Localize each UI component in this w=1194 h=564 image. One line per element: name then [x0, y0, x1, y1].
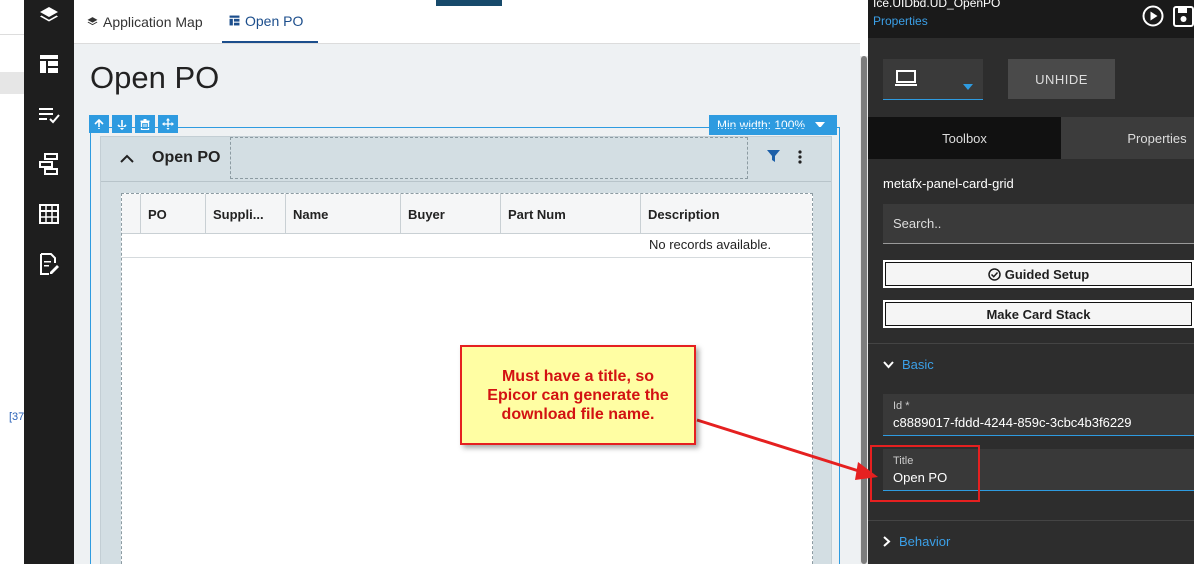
section-basic[interactable]: Basic	[883, 357, 934, 372]
make-card-stack-inner: Make Card Stack	[885, 302, 1192, 326]
more-vertical-icon	[798, 150, 802, 164]
divider	[868, 343, 1194, 344]
page-title: Open PO	[90, 60, 220, 95]
section-basic-label: Basic	[902, 357, 934, 372]
preview-button[interactable]	[1142, 5, 1164, 32]
table-icon[interactable]	[37, 202, 61, 226]
tab-bar: Application Map Open PO	[74, 0, 860, 44]
guided-setup-label: Guided Setup	[1004, 266, 1090, 282]
feedback-button[interactable]	[436, 0, 502, 6]
column-header-name[interactable]: Name	[286, 194, 401, 234]
chevron-up-icon	[120, 154, 134, 163]
check-circle-icon	[988, 267, 1001, 281]
id-label: Id *	[893, 400, 910, 412]
column-header-description[interactable]: Description	[641, 194, 812, 234]
callout-text: Must have a title, so Epicor can generat…	[487, 367, 669, 423]
column-header-po[interactable]: PO	[141, 194, 206, 234]
save-button[interactable]	[1173, 5, 1194, 32]
section-behavior-label: Behavior	[899, 534, 951, 549]
layers-icon[interactable]	[37, 3, 61, 27]
selected-row-highlight	[0, 72, 24, 94]
truncated-text: [37	[9, 411, 25, 423]
unhide-button[interactable]: UNHIDE	[1008, 59, 1115, 99]
play-circle-icon	[1142, 5, 1164, 27]
tab-application-map[interactable]: Application Map	[87, 0, 203, 43]
layer-path: Ice.UIDbd.UD_OpenPO	[873, 0, 1001, 10]
header-drop-zone[interactable]	[230, 137, 748, 179]
layout-icon	[229, 15, 240, 26]
collapse-button[interactable]	[119, 150, 135, 166]
make-card-stack-button[interactable]: Make Card Stack	[883, 300, 1194, 328]
left-edge-panel: [37	[0, 0, 24, 564]
save-icon	[1173, 6, 1194, 27]
checklist-icon[interactable]	[37, 103, 61, 127]
search-input[interactable]	[883, 204, 1194, 244]
id-field[interactable]: Id * c8889017-fddd-4244-859c-3cbc4b3f622…	[883, 394, 1194, 436]
tab-toolbox[interactable]: Toolbox	[868, 117, 1061, 159]
column-header-buyer[interactable]: Buyer	[401, 194, 501, 234]
column-header-supplier[interactable]: Suppli...	[206, 194, 286, 234]
component-name: metafx-panel-card-grid	[883, 176, 1014, 191]
layout-icon[interactable]	[37, 52, 61, 76]
panel-header: Open PO	[101, 137, 831, 182]
icon-rail	[24, 0, 74, 564]
grid-header: PO Suppli... Name Buyer Part Num Descrip…	[122, 194, 812, 234]
row-divider	[122, 257, 812, 258]
chevron-right-icon	[883, 536, 891, 547]
annotation-callout: Must have a title, so Epicor can generat…	[460, 345, 696, 445]
tab-label: Open PO	[245, 12, 304, 29]
section-behavior[interactable]: Behavior	[883, 534, 950, 549]
layers-icon	[87, 16, 98, 27]
properties-top-bar: Ice.UIDbd.UD_OpenPO Properties	[868, 0, 1194, 38]
caret-down-icon	[963, 77, 973, 95]
more-options-button[interactable]	[798, 150, 802, 169]
empty-message: No records available.	[649, 237, 772, 252]
tab-properties[interactable]: Properties	[1061, 117, 1194, 159]
chevron-down-icon	[883, 360, 894, 369]
panel-tabs: Toolbox Properties	[868, 117, 1194, 159]
guided-setup-button[interactable]: Guided Setup	[883, 260, 1194, 288]
filter-icon	[767, 150, 780, 162]
title-highlight-box	[870, 445, 980, 502]
panel-title: Open PO	[152, 149, 221, 166]
filter-button[interactable]	[767, 150, 780, 168]
scrollbar-thumb[interactable]	[861, 56, 867, 564]
guided-setup-inner: Guided Setup	[885, 262, 1192, 286]
make-card-stack-label: Make Card Stack	[986, 306, 1091, 322]
grid-select-column[interactable]	[122, 194, 141, 234]
divider	[868, 520, 1194, 521]
properties-link[interactable]: Properties	[873, 14, 928, 28]
tab-open-po[interactable]: Open PO	[222, 0, 318, 43]
tab-label: Application Map	[103, 13, 203, 30]
divider	[0, 34, 24, 35]
column-header-part-num[interactable]: Part Num	[501, 194, 641, 234]
designer-canvas: Application Map Open PO Open PO Min widt…	[74, 0, 860, 564]
canvas-scrollbar[interactable]	[860, 56, 868, 564]
edit-document-icon[interactable]	[37, 252, 61, 276]
hierarchy-icon[interactable]	[37, 152, 61, 176]
id-value: c8889017-fddd-4244-859c-3cbc4b3f6229	[893, 415, 1132, 430]
device-selector[interactable]	[883, 59, 983, 100]
app-root: [37 Application Map Open PO Open PO Min …	[0, 0, 1194, 564]
monitor-icon	[895, 70, 917, 92]
